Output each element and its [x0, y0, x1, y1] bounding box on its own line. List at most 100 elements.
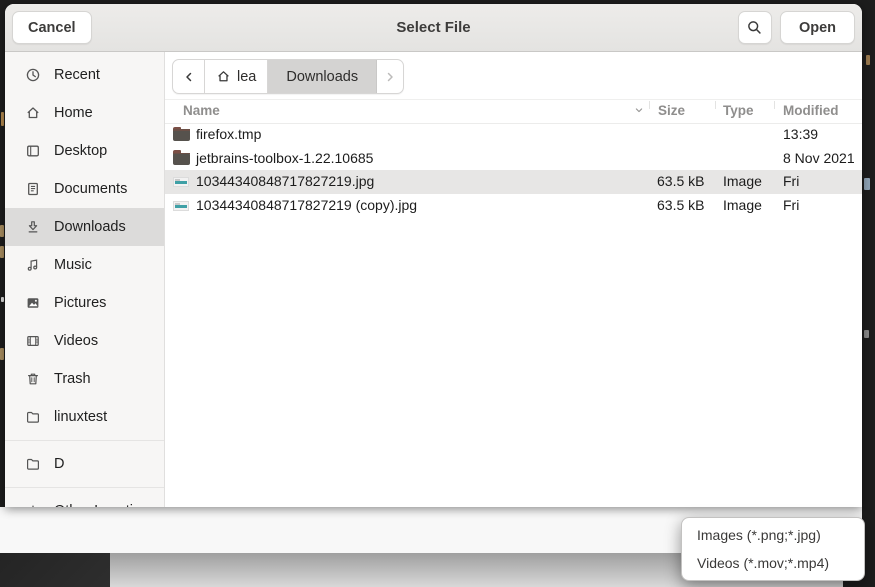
- sidebar-item-home[interactable]: Home: [5, 94, 164, 132]
- file-name: firefox.tmp: [196, 123, 261, 147]
- file-filter-popup: Images (*.png;*.jpg)Videos (*.mov;*.mp4): [681, 517, 865, 581]
- file-row[interactable]: jetbrains-toolbox-1.22.10685 8 Nov 2021: [165, 147, 862, 171]
- path-segment-home[interactable]: lea: [205, 60, 268, 93]
- cancel-button[interactable]: Cancel: [12, 11, 92, 44]
- file-size: 63.5 kB: [657, 194, 704, 218]
- picture-icon: [25, 295, 41, 311]
- desktop-icon: [25, 143, 41, 159]
- sidebar-item-linuxtest[interactable]: linuxtest: [5, 398, 164, 436]
- sidebar-item-videos[interactable]: Videos: [5, 322, 164, 360]
- folder-icon: [25, 409, 41, 425]
- chevron-left-icon: [181, 69, 197, 85]
- file-row[interactable]: firefox.tmp 13:39: [165, 123, 862, 147]
- sidebar-item-label: Recent: [54, 67, 100, 83]
- file-type: Image: [723, 170, 762, 194]
- dialog-body: Recent Home Desktop Documents Downloads Music…: [5, 52, 862, 507]
- sidebar-item-desktop[interactable]: Desktop: [5, 132, 164, 170]
- clock-icon: [25, 67, 41, 83]
- path-segment-label: lea: [237, 69, 256, 85]
- column-header-name[interactable]: Name: [183, 100, 220, 122]
- sidebar-item-label: Videos: [54, 333, 98, 349]
- chevron-down-icon: [632, 102, 646, 124]
- film-icon: [25, 333, 41, 349]
- file-row[interactable]: 10344340848717827219.jpg 63.5 kB Image Fri: [165, 170, 862, 194]
- open-button[interactable]: Open: [780, 11, 855, 44]
- background-artifact: [1, 297, 4, 302]
- places-sidebar: Recent Home Desktop Documents Downloads Music…: [5, 52, 165, 507]
- file-modified: Fri: [783, 194, 799, 218]
- other-locations-icon: [25, 503, 41, 507]
- filter-option[interactable]: Images (*.png;*.jpg): [682, 521, 864, 549]
- column-divider: [715, 101, 716, 109]
- folder-icon: [173, 153, 190, 165]
- sidebar-item-d[interactable]: D: [5, 445, 164, 483]
- search-icon: [746, 19, 763, 36]
- file-chooser-dialog: Cancel Select File Open Recent Home Deskto…: [5, 4, 862, 507]
- sidebar-separator: [5, 440, 164, 441]
- sidebar-item-label: Other Locations: [54, 503, 156, 507]
- folder-icon: [25, 456, 41, 472]
- home-icon: [216, 69, 231, 84]
- background-artifact: [864, 330, 869, 338]
- background-artifact: [0, 225, 4, 237]
- file-name: jetbrains-toolbox-1.22.10685: [196, 147, 373, 171]
- column-divider: [649, 101, 650, 109]
- download-icon: [25, 219, 41, 235]
- sidebar-separator: [5, 487, 164, 488]
- background-artifact: [1, 112, 4, 126]
- sidebar-item-label: Desktop: [54, 143, 107, 159]
- column-header-type[interactable]: Type: [723, 100, 754, 122]
- image-thumbnail-icon: [173, 177, 189, 187]
- column-divider: [774, 101, 775, 109]
- file-modified: 13:39: [783, 123, 818, 147]
- background-artifact: [864, 178, 870, 190]
- sidebar-item-label: D: [54, 456, 64, 472]
- background-artifact: [0, 348, 4, 360]
- chevron-right-icon: [382, 69, 398, 85]
- search-button[interactable]: [738, 11, 772, 44]
- file-modified: Fri: [783, 170, 799, 194]
- path-back-button[interactable]: [173, 60, 205, 93]
- background-desktop-dark: [0, 553, 110, 587]
- sidebar-item-label: linuxtest: [54, 409, 107, 425]
- sidebar-item-label: Trash: [54, 371, 91, 387]
- sidebar-item-label: Pictures: [54, 295, 106, 311]
- sidebar-item-label: Home: [54, 105, 93, 121]
- document-icon: [25, 181, 41, 197]
- file-name: 10344340848717827219 (copy).jpg: [196, 194, 417, 218]
- trash-icon: [25, 371, 41, 387]
- sidebar-item-label: Downloads: [54, 219, 126, 235]
- music-note-icon: [25, 257, 41, 273]
- path-segment-label: Downloads: [286, 69, 358, 85]
- folder-icon: [173, 129, 190, 141]
- sidebar-item-downloads[interactable]: Downloads: [5, 208, 164, 246]
- list-column-header: Name Size Type Modified: [165, 99, 862, 124]
- sidebar-item-label: Documents: [54, 181, 127, 197]
- dialog-title: Select File: [5, 19, 862, 36]
- background-artifact: [866, 55, 870, 65]
- image-thumbnail-icon: [173, 201, 189, 211]
- column-header-modified[interactable]: Modified: [783, 100, 839, 122]
- home-icon: [25, 105, 41, 121]
- file-name: 10344340848717827219.jpg: [196, 170, 374, 194]
- file-type: Image: [723, 194, 762, 218]
- file-list: firefox.tmp13:39jetbrains-toolbox-1.22.1…: [165, 123, 862, 217]
- headerbar: Cancel Select File Open: [5, 4, 862, 52]
- filter-option[interactable]: Videos (*.mov;*.mp4): [682, 549, 864, 577]
- sidebar-item-documents[interactable]: Documents: [5, 170, 164, 208]
- file-modified: 8 Nov 2021: [783, 147, 855, 171]
- sidebar-item-music[interactable]: Music: [5, 246, 164, 284]
- path-bar: lea Downloads: [172, 59, 404, 94]
- path-forward-button[interactable]: [377, 60, 403, 93]
- file-row[interactable]: 10344340848717827219 (copy).jpg 63.5 kB Im…: [165, 194, 862, 218]
- file-browser-pane: lea Downloads Name Size: [165, 52, 862, 507]
- sidebar-item-other-locations[interactable]: Other Locations: [5, 492, 164, 507]
- sidebar-item-recent[interactable]: Recent: [5, 56, 164, 94]
- sidebar-item-trash[interactable]: Trash: [5, 360, 164, 398]
- path-segment-current[interactable]: Downloads: [268, 60, 377, 93]
- background-artifact: [0, 246, 4, 258]
- sidebar-item-label: Music: [54, 257, 92, 273]
- column-header-size[interactable]: Size: [658, 100, 685, 122]
- file-size: 63.5 kB: [657, 170, 704, 194]
- sidebar-item-pictures[interactable]: Pictures: [5, 284, 164, 322]
